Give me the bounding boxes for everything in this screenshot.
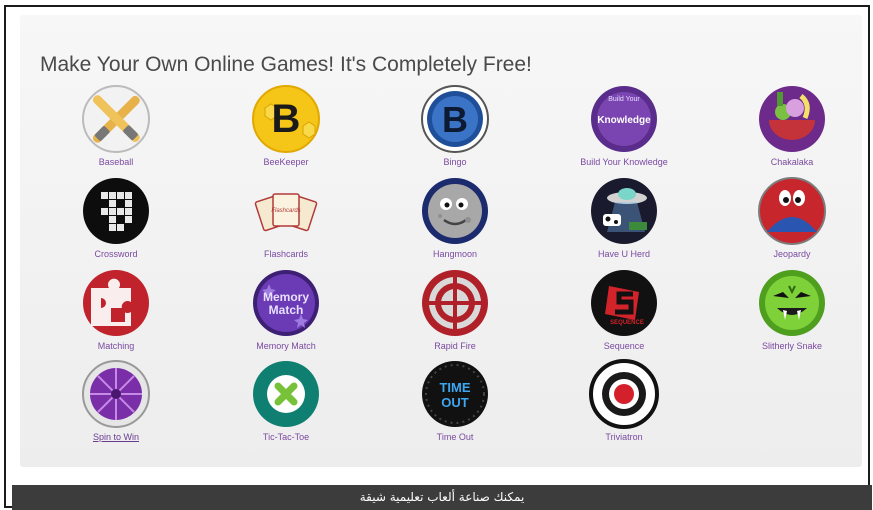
game-label: Spin to Win [92, 432, 140, 442]
flashcards-icon: Flashcards [254, 193, 318, 232]
svg-text:Build Your: Build Your [608, 96, 640, 103]
game-tile-memory-match[interactable]: Memory Match Memory Match [211, 268, 361, 351]
game-label: Baseball [98, 157, 134, 167]
bingo-b-icon: B [421, 85, 489, 153]
svg-text:B: B [272, 97, 301, 141]
game-label: Triviatron [605, 432, 643, 442]
game-tile-hangmoon[interactable]: Hangmoon [380, 176, 530, 259]
jeopardy-eyes-icon [758, 177, 826, 245]
time-out-icon: TIME OUT [422, 361, 488, 427]
svg-text:TIME: TIME [439, 380, 470, 395]
footer-caption: يمكنك صناعة ألعاب تعليمية شيقة [359, 490, 525, 504]
game-tile-flashcards[interactable]: Flashcards Flashcards [211, 176, 361, 259]
svg-text:Flashcards: Flashcards [271, 208, 300, 214]
spin-wheel-icon [82, 360, 150, 428]
game-label: Memory Match [256, 341, 316, 351]
game-tile-crossword[interactable]: Crossword [41, 176, 191, 259]
fruit-bowl-icon [759, 86, 825, 152]
game-tile-jeopardy[interactable]: Jeopardy [717, 176, 867, 259]
game-label: Time Out [436, 432, 474, 442]
snake-face-icon [759, 270, 825, 336]
game-label: Crossword [94, 249, 138, 259]
game-tile-triviatron[interactable]: Triviatron [549, 359, 699, 442]
svg-text:Memory: Memory [263, 290, 309, 304]
svg-text:OUT: OUT [441, 395, 469, 410]
page-headline: Make Your Own Online Games! It's Complet… [40, 53, 532, 76]
game-label: Slitherly Snake [761, 341, 823, 351]
screenshot-frame: Make Your Own Online Games! It's Complet… [4, 5, 872, 510]
game-tile-time-out[interactable]: TIME OUT Time Out [380, 359, 530, 442]
game-label: Jeopardy [773, 249, 811, 259]
footer-caption-bar: يمكنك صناعة ألعاب تعليمية شيقة [12, 485, 872, 510]
game-tile-matching[interactable]: Matching [41, 268, 191, 351]
game-tile-rapid-fire[interactable]: Rapid Fire [380, 268, 530, 351]
game-label: Build Your Knowledge [580, 157, 668, 167]
game-label: Sequence [603, 341, 645, 351]
x-mark-icon [253, 361, 319, 427]
game-label: Flashcards [263, 249, 308, 259]
sequence-s-icon: SEQUENCE [591, 270, 657, 336]
game-label: Hangmoon [432, 249, 478, 259]
ufo-cow-icon [591, 178, 657, 244]
game-tile-bingo[interactable]: B Bingo [380, 84, 530, 167]
game-tile-chakalaka[interactable]: Chakalaka [717, 84, 867, 167]
game-label: Bingo [443, 157, 467, 167]
svg-text:SEQUENCE: SEQUENCE [610, 320, 644, 326]
moon-face-icon [422, 178, 488, 244]
crosshair-icon [422, 270, 488, 336]
game-tile-beekeeper[interactable]: B BeeKeeper [211, 84, 361, 167]
game-tile-tic-tac-toe[interactable]: Tic-Tac-Toe [211, 359, 361, 442]
game-label: Matching [97, 341, 135, 351]
game-label: Have U Herd [597, 249, 651, 259]
game-tile-have-u-herd[interactable]: Have U Herd [549, 176, 699, 259]
game-label: Rapid Fire [434, 341, 476, 351]
game-tile-sequence[interactable]: SEQUENCE Sequence [549, 268, 699, 351]
game-label: BeeKeeper [263, 157, 309, 167]
game-tile-build-your-knowledge[interactable]: Build Your Knowledge Build Your Knowledg… [549, 84, 699, 167]
game-tile-baseball[interactable]: Baseball [41, 84, 191, 167]
game-label: Chakalaka [770, 157, 814, 167]
game-tile-spin-to-win[interactable]: Spin to Win [41, 359, 191, 442]
svg-text:Match: Match [269, 303, 304, 317]
memory-match-icon: Memory Match [253, 270, 319, 336]
game-tile-slitherly-snake[interactable]: Slitherly Snake [717, 268, 867, 351]
baseball-bats-icon [82, 85, 150, 153]
games-panel: Make Your Own Online Games! It's Complet… [20, 15, 862, 467]
game-label: Tic-Tac-Toe [262, 432, 310, 442]
triviatron-target-icon [589, 359, 659, 429]
svg-text:Knowledge: Knowledge [597, 115, 651, 126]
knowledge-icon: Build Your Knowledge [591, 86, 657, 152]
puzzle-piece-icon [83, 270, 149, 336]
svg-text:B: B [442, 99, 468, 140]
crossword-grid-icon [83, 178, 149, 244]
beekeeper-b-icon: B [252, 85, 320, 153]
